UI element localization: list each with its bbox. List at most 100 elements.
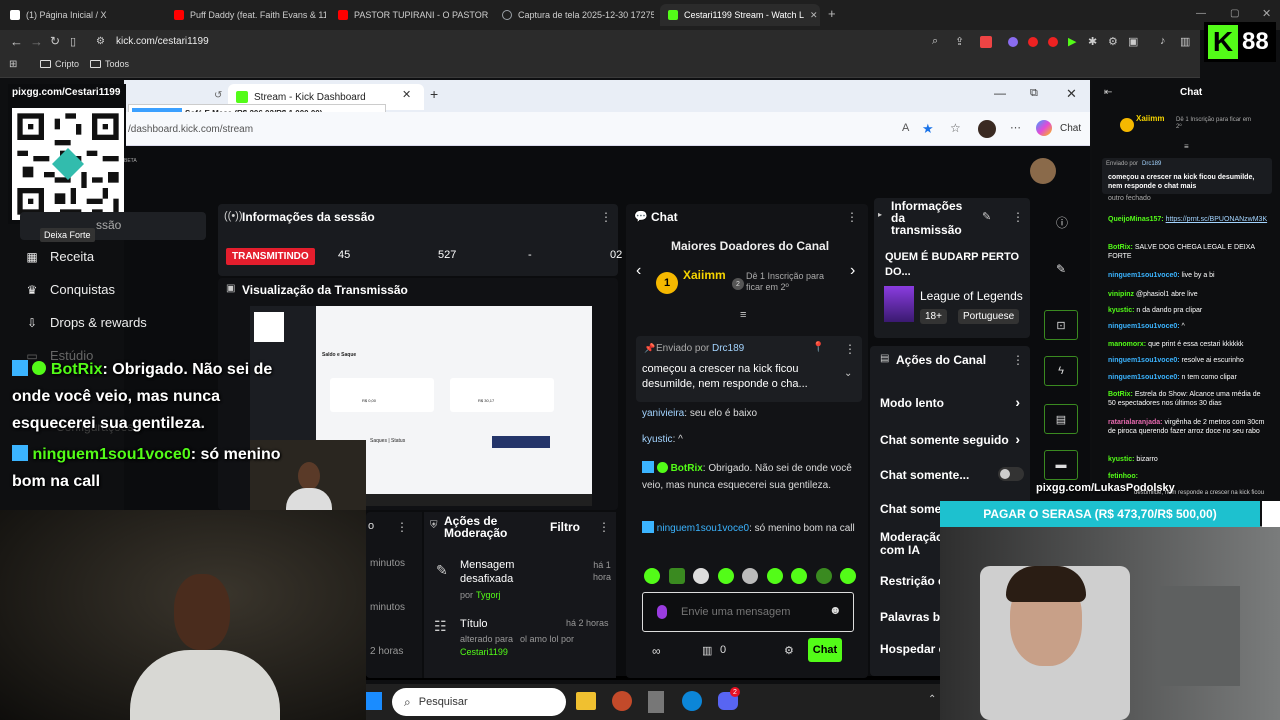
nav-item-drops[interactable]: ⇩ Drops & rewards	[24, 315, 147, 330]
emoji-icon[interactable]: ☻	[829, 603, 842, 617]
emote-icon[interactable]	[840, 568, 856, 584]
extension-icon[interactable]	[1008, 37, 1018, 47]
more-options-icon[interactable]: ⋮	[396, 520, 408, 534]
action-host[interactable]: Hospedar c	[880, 642, 945, 656]
bookmark-folder[interactable]: Todos	[90, 59, 129, 69]
chat-username[interactable]: ratarialaranjada:	[1108, 419, 1162, 426]
browser-tab-active[interactable]: Cestari1199 Stream - Watch L ✕	[660, 4, 820, 26]
extension-icon[interactable]	[1048, 37, 1058, 47]
url-field[interactable]: kick.com/cestari1199	[116, 36, 209, 47]
maximize-icon[interactable]: ▢	[1230, 8, 1239, 19]
minimize-icon[interactable]: —	[994, 86, 1006, 100]
chat-link[interactable]: https://prnt.sc/BPUONANzwM3K	[1166, 216, 1268, 223]
user-avatar[interactable]	[1030, 158, 1056, 184]
action-banned-words[interactable]: Palavras ba	[880, 610, 947, 624]
apps-icon[interactable]: ⊞	[9, 59, 17, 70]
share-icon[interactable]: ⇪	[955, 35, 964, 48]
close-window-icon[interactable]: ✕	[1262, 7, 1271, 20]
chat-input-box[interactable]: ☻	[642, 592, 854, 632]
browser-tab[interactable]: Puff Daddy (feat. Faith Evans & 112)	[166, 4, 326, 26]
bookmark-folder[interactable]: Cripto	[40, 59, 79, 69]
chat-username[interactable]: manomorx:	[1108, 341, 1146, 348]
nav-item-receita[interactable]: ▦ Receita	[24, 249, 94, 264]
browser-tab[interactable]: Captura de tela 2025-12-30 172756	[494, 4, 654, 26]
emote-icon[interactable]	[644, 568, 660, 584]
action-subs-only[interactable]: Chat somente...	[880, 467, 1028, 482]
channel-points-icon[interactable]: ∞	[652, 644, 661, 658]
zoom-icon[interactable]: ⌕	[932, 35, 938, 48]
expand-icon[interactable]: ≡	[740, 309, 746, 321]
chat-username[interactable]: ninguem1sou1voce0:	[1108, 323, 1180, 330]
edge-icon[interactable]	[682, 691, 702, 711]
close-tab-icon[interactable]: ✕	[810, 10, 818, 21]
chat-username[interactable]: kyustic:	[1108, 307, 1134, 314]
minimize-icon[interactable]: —	[1196, 8, 1206, 19]
new-tab-icon[interactable]: +	[828, 6, 836, 21]
close-tab-icon[interactable]: ✕	[402, 88, 411, 101]
extensions-icon[interactable]: ✱	[1088, 35, 1097, 48]
chat-username[interactable]: ninguem1sou1voce0:	[1108, 357, 1180, 364]
pinned-message[interactable]: 📌 Enviado por Drc189 📍 ⋮ começou a cresc…	[636, 336, 862, 402]
emote-icon[interactable]	[791, 568, 807, 584]
taskbar-search[interactable]: ⌕ Pesquisar	[392, 688, 566, 716]
send-chat-button[interactable]: Chat	[808, 638, 842, 662]
bookmark-icon[interactable]: ▯	[70, 35, 76, 48]
chat-username[interactable]: ninguem1sou1voce0:	[1108, 374, 1180, 381]
read-aloud-icon[interactable]: A	[902, 122, 909, 134]
chat-username[interactable]: fetinhoo:	[1108, 473, 1138, 480]
info-icon[interactable]: ⓘ	[1056, 214, 1068, 231]
next-arrow-icon[interactable]: ›	[850, 262, 855, 280]
action-followers-only[interactable]: Chat somente seguido ›	[880, 433, 1028, 447]
emote-icon[interactable]	[815, 568, 832, 584]
filter-button[interactable]: Filtro	[550, 520, 580, 534]
tab-back-icon[interactable]: ↺	[214, 90, 222, 101]
reload-icon[interactable]: ↻	[50, 34, 60, 48]
chat-username[interactable]: BotRix:	[1108, 391, 1133, 398]
edit-icon[interactable]: ✎	[982, 210, 991, 223]
nav-item-conquistas[interactable]: ♛ Conquistas	[24, 282, 115, 297]
more-options-icon[interactable]: ⋮	[846, 210, 858, 224]
windows-start-icon[interactable]	[366, 692, 382, 710]
sidebar-icon[interactable]: ▥	[1180, 35, 1190, 48]
mod-log-user[interactable]: Cestari1199	[460, 647, 508, 657]
chat-bubble-icon[interactable]: ▬	[1044, 450, 1078, 480]
chat-username[interactable]: kyustic	[642, 434, 673, 445]
copilot-icon[interactable]	[1036, 120, 1052, 136]
pinned-message[interactable]: Enviado por Drc189 começou a crescer na …	[1102, 158, 1272, 194]
action-item[interactable]: Chat some	[880, 502, 941, 516]
expand-icon[interactable]: ≡	[1184, 142, 1189, 151]
more-options-icon[interactable]: ⋮	[844, 342, 856, 356]
collapse-icon[interactable]: ⇤	[1104, 87, 1112, 98]
favorite-star-icon[interactable]: ★	[922, 121, 934, 137]
forward-icon[interactable]: →	[30, 34, 43, 49]
more-options-icon[interactable]: ⋮	[600, 210, 612, 224]
file-explorer-icon[interactable]	[576, 692, 596, 710]
browser-tab[interactable]: PASTOR TUPIRANI - O PASTOR INCA	[330, 4, 490, 26]
mod-log-user[interactable]: Tygorj	[476, 590, 501, 600]
extension-icon[interactable]	[1028, 37, 1038, 47]
site-info-icon[interactable]: ⚙	[96, 36, 105, 47]
emote-icon[interactable]	[717, 568, 734, 584]
profile-avatar[interactable]	[978, 120, 996, 138]
emote-icon[interactable]	[693, 568, 709, 584]
emote-icon[interactable]	[668, 568, 685, 584]
close-window-icon[interactable]: ✕	[1066, 86, 1077, 102]
back-icon[interactable]: ←	[10, 34, 23, 49]
chat-username[interactable]: yanivieira	[642, 408, 684, 419]
toggle-switch[interactable]	[998, 467, 1024, 481]
app-icon[interactable]	[648, 691, 664, 713]
mic-icon[interactable]	[657, 605, 667, 619]
favorites-icon[interactable]: ☆	[950, 121, 961, 135]
brave-icon[interactable]	[980, 36, 992, 48]
extension-icon[interactable]: ▶	[1068, 35, 1076, 48]
notes-icon[interactable]: ▤	[1044, 404, 1078, 434]
music-icon[interactable]: ♪	[1160, 35, 1166, 47]
gift-icon[interactable]: ▥	[702, 644, 712, 657]
more-options-icon[interactable]: ⋮	[1012, 210, 1024, 224]
chat-username[interactable]: ninguem1sou1voce0:	[1108, 272, 1180, 279]
emote-icon[interactable]	[766, 568, 783, 584]
chat-username[interactable]: vinipinz	[1108, 291, 1134, 298]
action-slow-mode[interactable]: Modo lento ›	[880, 394, 1028, 410]
chevron-up-icon[interactable]: ⌃	[928, 694, 936, 705]
chat-input[interactable]	[681, 602, 821, 622]
